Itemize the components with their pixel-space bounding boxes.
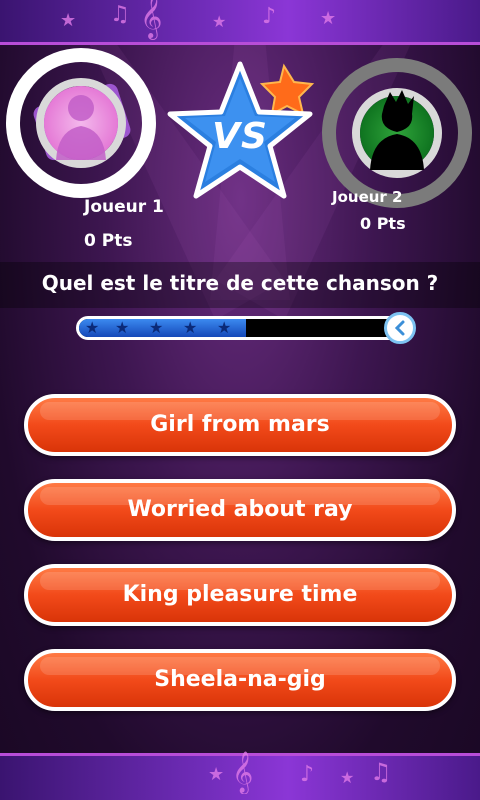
star-icon: ★ bbox=[60, 10, 77, 31]
music-note-icon: ♫ bbox=[110, 2, 130, 27]
treble-clef-icon: 𝄞 bbox=[140, 0, 163, 38]
answer-label: Girl from mars bbox=[150, 412, 330, 437]
player1-avatar-ring bbox=[6, 48, 156, 198]
timer-progress-bar: ★ ★ ★ ★ ★ bbox=[76, 316, 410, 340]
player2-avatar-ring bbox=[322, 58, 472, 208]
star-icon: ★ bbox=[85, 318, 100, 337]
star-icon: ★ bbox=[115, 318, 130, 337]
star-icon: ★ bbox=[183, 318, 198, 337]
answer-label: King pleasure time bbox=[122, 582, 358, 607]
top-decor-band: ♫ 𝄞 ★ ★ ♪ ★ bbox=[0, 0, 480, 45]
music-note-icon: ♪ bbox=[300, 762, 315, 787]
answer-label: Worried about ray bbox=[127, 497, 353, 522]
player2-name: Joueur 2 bbox=[332, 188, 403, 206]
vs-label: VS bbox=[212, 116, 268, 157]
answer-button-4[interactable]: Sheela-na-gig bbox=[24, 649, 456, 711]
answer-button-1[interactable]: Girl from mars bbox=[24, 394, 456, 456]
bottom-decor-band: ★ 𝄞 ♪ ★ ♫ bbox=[0, 752, 480, 800]
star-icon: ★ bbox=[212, 12, 227, 31]
player1-name: Joueur 1 bbox=[84, 197, 164, 217]
star-icon: ★ bbox=[340, 768, 355, 787]
timer-progress-fill: ★ ★ ★ ★ ★ bbox=[79, 318, 247, 337]
vs-badge: VS bbox=[160, 56, 320, 216]
player2-score: 0 Pts bbox=[360, 214, 406, 233]
star-icon: ★ bbox=[208, 764, 225, 785]
star-icon: ★ bbox=[217, 318, 232, 337]
music-note-icon: ♫ bbox=[370, 758, 392, 786]
music-note-icon: ♪ bbox=[262, 4, 277, 29]
answer-button-3[interactable]: King pleasure time bbox=[24, 564, 456, 626]
person-silhouette-icon bbox=[56, 95, 106, 160]
star-icon: ★ bbox=[149, 318, 164, 337]
star-icon: ★ bbox=[320, 8, 337, 29]
answer-button-2[interactable]: Worried about ray bbox=[24, 479, 456, 541]
person-silhouette-icon bbox=[370, 90, 424, 170]
clock-icon bbox=[384, 312, 416, 344]
question-text: Quel est le titre de cette chanson ? bbox=[41, 271, 439, 295]
answer-label: Sheela-na-gig bbox=[154, 667, 326, 692]
treble-clef-icon: 𝄞 bbox=[232, 752, 254, 793]
player1-score: 0 Pts bbox=[84, 231, 133, 251]
